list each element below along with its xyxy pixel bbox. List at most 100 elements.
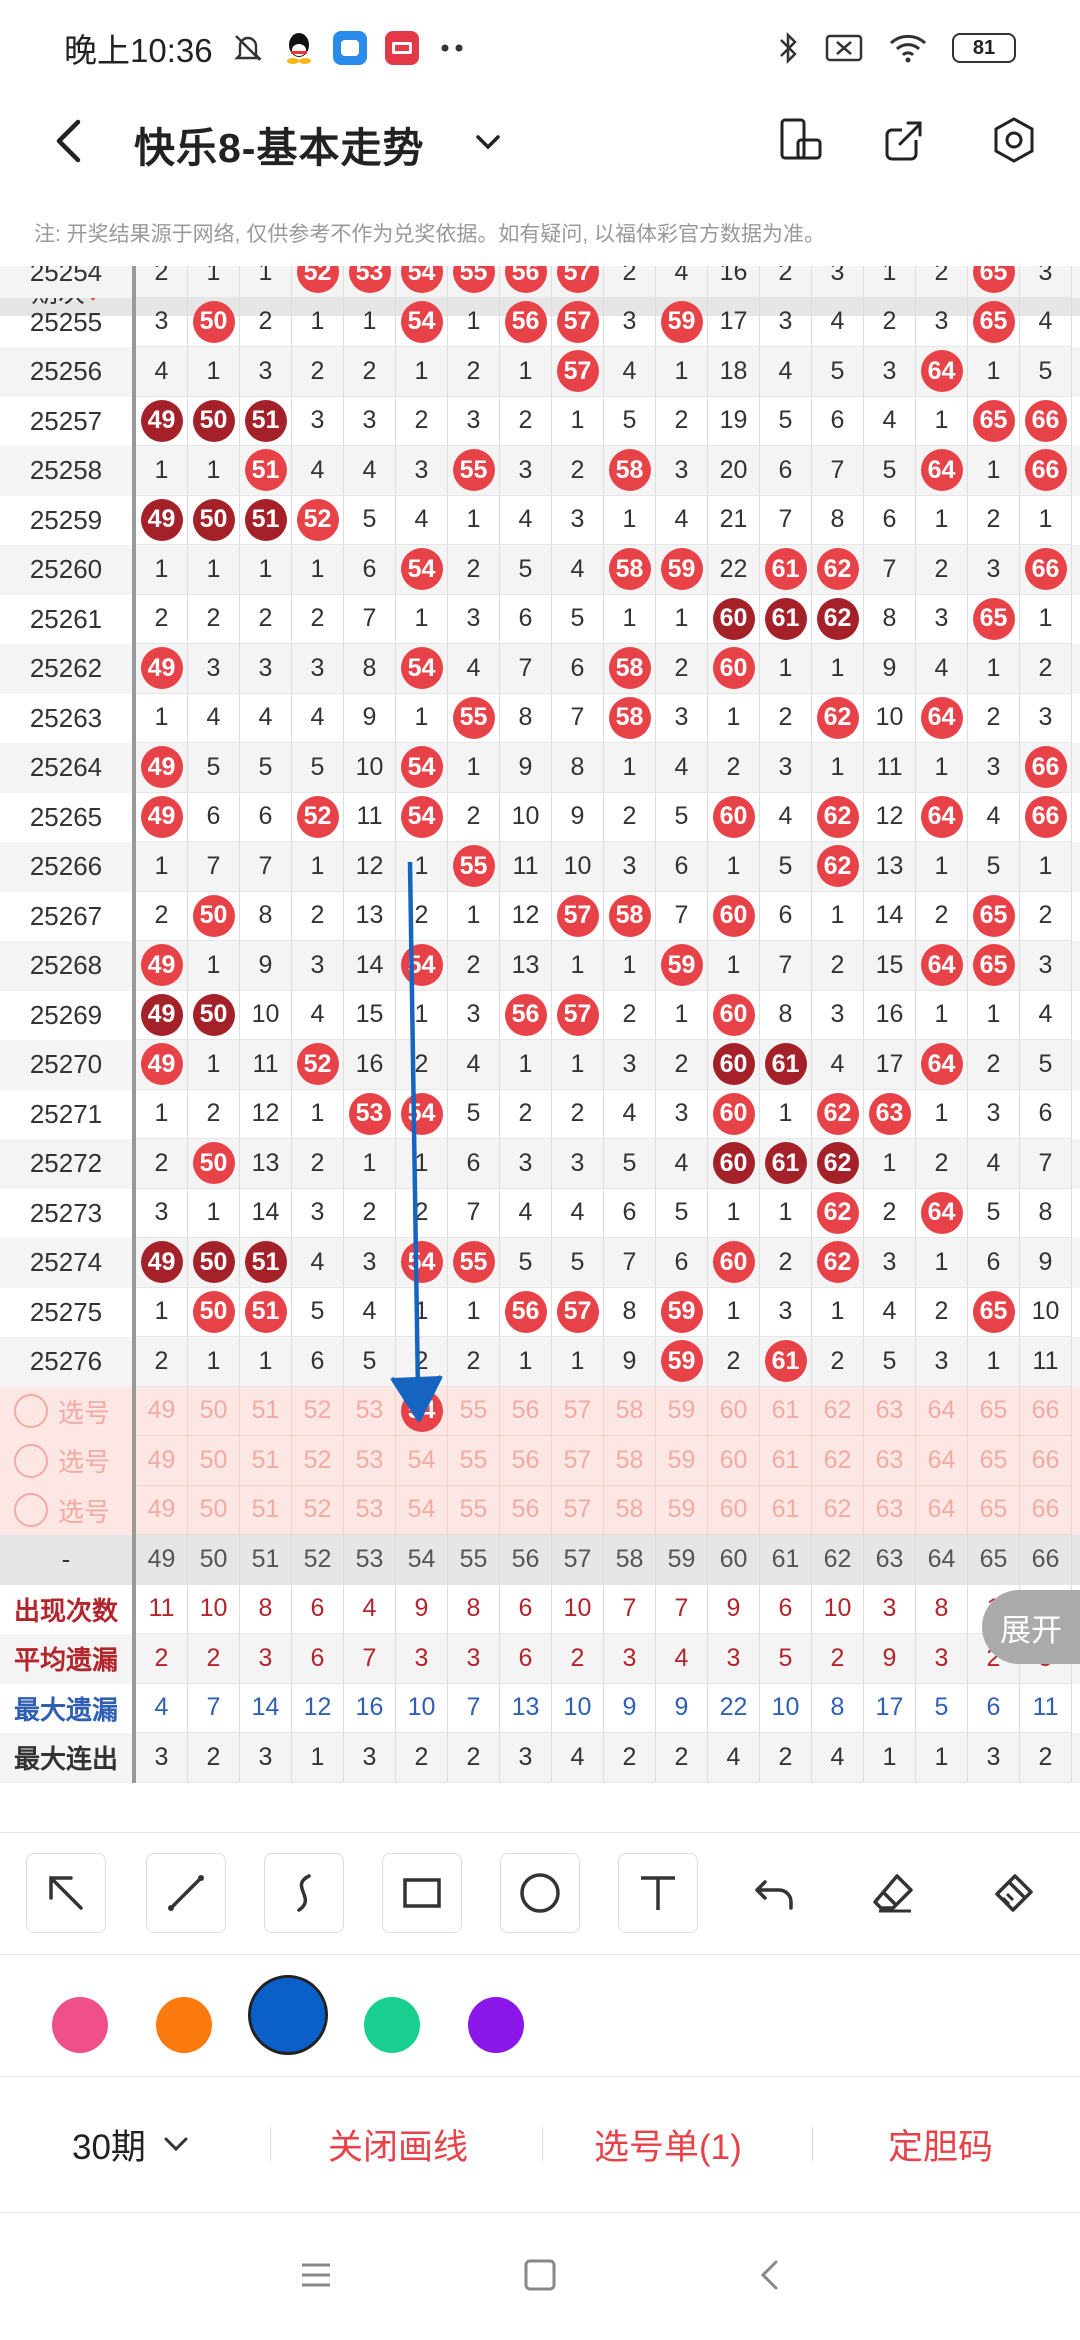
pick-cell[interactable]: 55 xyxy=(448,1485,500,1535)
pick-cell[interactable]: 58 xyxy=(604,1485,656,1535)
pick-cell[interactable]: 54 xyxy=(396,1386,448,1436)
pick-cell[interactable]: 59 xyxy=(656,1386,708,1436)
pick-cell[interactable]: 52 xyxy=(292,1386,344,1436)
pick-cell[interactable]: 57 xyxy=(552,1436,604,1486)
pick-cell[interactable]: 52 xyxy=(292,1485,344,1535)
chevron-down-icon[interactable] xyxy=(468,122,508,162)
pick-cell[interactable]: 63 xyxy=(864,1386,916,1436)
back-icon[interactable] xyxy=(752,2257,788,2293)
trend-cell: 1 xyxy=(396,1139,448,1189)
rectangle-tool-icon[interactable] xyxy=(382,1853,462,1933)
pick-cell[interactable]: 51 xyxy=(240,1386,292,1436)
pick-cell[interactable]: 53 xyxy=(344,1485,396,1535)
pick-cell[interactable]: 63 xyxy=(864,1485,916,1535)
trend-cell: 55 xyxy=(448,842,500,892)
pick-cell[interactable]: 65 xyxy=(968,1386,1020,1436)
pick-cell[interactable]: 49 xyxy=(136,1386,188,1436)
pick-cell[interactable]: 61 xyxy=(760,1436,812,1486)
pick-cell[interactable]: 54 xyxy=(396,1436,448,1486)
pick-cell[interactable]: 55 xyxy=(448,1386,500,1436)
color-swatch-orange[interactable] xyxy=(156,1997,212,2053)
pick-cell[interactable]: 58 xyxy=(604,1436,656,1486)
pick-cell[interactable]: 61 xyxy=(760,1485,812,1535)
back-arrow-icon[interactable] xyxy=(44,114,94,168)
pick-cell[interactable]: 57 xyxy=(552,1386,604,1436)
trend-cell: 8 xyxy=(552,743,604,793)
undo-icon[interactable] xyxy=(736,1853,816,1933)
eraser-icon[interactable] xyxy=(854,1853,934,1933)
pick-cell[interactable]: 65 xyxy=(968,1436,1020,1486)
selected-pick-ball[interactable]: 54 xyxy=(400,1389,443,1432)
expand-button[interactable]: 展开 xyxy=(982,1590,1080,1664)
pick-cell[interactable]: 64 xyxy=(916,1386,968,1436)
drawn-number-ball: 57 xyxy=(556,266,599,294)
pick-cell[interactable]: 53 xyxy=(344,1436,396,1486)
pick-cell[interactable]: 59 xyxy=(656,1436,708,1486)
pick-cell[interactable]: 52 xyxy=(292,1436,344,1486)
pick-cell[interactable]: 51 xyxy=(240,1485,292,1535)
color-swatch-blue-selected[interactable] xyxy=(248,1975,328,2055)
home-square-icon[interactable] xyxy=(522,2257,558,2293)
trend-table[interactable]: 期次49505152535455565758596061626364656625… xyxy=(0,266,1080,1826)
stat-value: 3 xyxy=(448,1634,500,1684)
trend-cell: 60 xyxy=(708,792,760,842)
pick-cell[interactable]: 66 xyxy=(1020,1485,1072,1535)
share-icon[interactable] xyxy=(878,114,930,166)
pick-cell[interactable]: 50 xyxy=(188,1485,240,1535)
close-lines-button[interactable]: 关闭画线 xyxy=(328,2077,468,2211)
line-tool-icon[interactable] xyxy=(146,1853,226,1933)
pick-cell[interactable]: 49 xyxy=(136,1485,188,1535)
phone-rotate-icon[interactable] xyxy=(773,114,825,166)
pick-cell[interactable]: 66 xyxy=(1020,1386,1072,1436)
drawn-number-ball: 60 xyxy=(712,993,755,1036)
pick-cell[interactable]: 62 xyxy=(812,1386,864,1436)
color-swatch-green[interactable] xyxy=(364,1997,420,2053)
pick-cell[interactable]: 58 xyxy=(604,1386,656,1436)
curve-tool-icon[interactable] xyxy=(264,1853,344,1933)
pick-cell[interactable]: 60 xyxy=(708,1485,760,1535)
pick-cell[interactable]: 55 xyxy=(448,1436,500,1486)
pick-cell[interactable]: 59 xyxy=(656,1485,708,1535)
pick-cell[interactable]: 56 xyxy=(500,1485,552,1535)
pick-cell[interactable]: 56 xyxy=(500,1386,552,1436)
pick-cell[interactable]: 49 xyxy=(136,1436,188,1486)
pick-cell[interactable]: 51 xyxy=(240,1436,292,1486)
pick-cell[interactable]: 60 xyxy=(708,1436,760,1486)
menu-icon[interactable] xyxy=(298,2257,334,2293)
trend-cell: 60 xyxy=(708,990,760,1040)
circle-tool-icon[interactable] xyxy=(500,1853,580,1933)
trend-cell: 2 xyxy=(760,266,812,298)
clear-brush-icon[interactable] xyxy=(974,1853,1054,1933)
fixed-code-button[interactable]: 定胆码 xyxy=(888,2077,993,2211)
trend-cell: 50 xyxy=(188,396,240,446)
pick-cell[interactable]: 65 xyxy=(968,1485,1020,1535)
table-row: 25270 49 1 11 52 16 2 4 1 1 3 2 60 61 4 17 64 2 5 xyxy=(0,1040,1080,1090)
pick-cell[interactable]: 63 xyxy=(864,1436,916,1486)
pick-cell[interactable]: 50 xyxy=(188,1436,240,1486)
pick-cell[interactable]: 64 xyxy=(916,1436,968,1486)
radio-circle-icon[interactable] xyxy=(14,1443,48,1478)
pick-cell[interactable]: 56 xyxy=(500,1436,552,1486)
color-swatch-pink[interactable] xyxy=(52,1997,108,2053)
pick-cell[interactable]: 54 xyxy=(396,1485,448,1535)
text-tool-icon[interactable] xyxy=(618,1853,698,1933)
settings-hex-icon[interactable] xyxy=(988,114,1040,166)
arrow-tool-icon[interactable] xyxy=(26,1853,106,1933)
pick-cell[interactable]: 60 xyxy=(708,1386,760,1436)
radio-circle-icon[interactable] xyxy=(14,1493,48,1528)
trend-cell: 58 xyxy=(604,891,656,941)
pick-cell[interactable]: 50 xyxy=(188,1386,240,1436)
pick-cell[interactable]: 61 xyxy=(760,1386,812,1436)
pick-cell[interactable]: 66 xyxy=(1020,1436,1072,1486)
pick-cell[interactable]: 57 xyxy=(552,1485,604,1535)
pick-cell[interactable]: 62 xyxy=(812,1436,864,1486)
pick-cell[interactable]: 53 xyxy=(344,1386,396,1436)
radio-circle-icon[interactable] xyxy=(14,1394,48,1429)
pick-cell[interactable]: 62 xyxy=(812,1485,864,1535)
pick-cell[interactable]: 64 xyxy=(916,1485,968,1535)
pick-list-button[interactable]: 选号单(1) xyxy=(594,2077,742,2211)
footer-column-number: 66 xyxy=(1020,1535,1072,1585)
color-swatch-purple[interactable] xyxy=(468,1997,524,2053)
page-title[interactable]: 快乐8-基本走势 xyxy=(134,114,424,174)
period-select[interactable]: 30期 xyxy=(72,2077,194,2211)
